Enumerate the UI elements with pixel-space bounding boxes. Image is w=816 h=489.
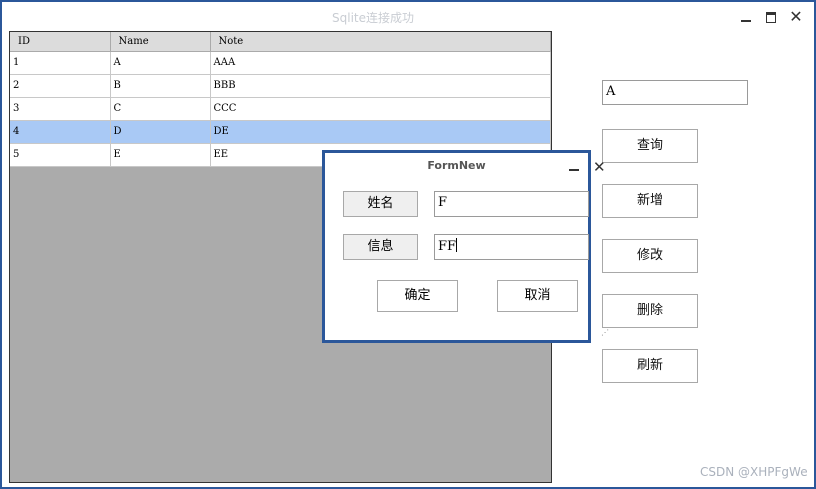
refresh-button[interactable]: 刷新 <box>602 349 698 383</box>
confirm-button[interactable]: 确定 <box>377 280 458 312</box>
dialog-title: FormNew <box>427 159 486 172</box>
resize-grip-icon[interactable]: ⋰ <box>601 328 609 337</box>
query-button[interactable]: 查询 <box>602 129 698 163</box>
window-title: Sqlite连接成功 <box>332 11 414 25</box>
cell-name[interactable]: E <box>110 143 211 167</box>
cell-id[interactable]: 3 <box>10 97 111 121</box>
delete-button[interactable]: 删除 <box>602 294 698 328</box>
cancel-button[interactable]: 取消 <box>497 280 578 312</box>
table-row[interactable]: 3 C CCC <box>10 97 551 121</box>
grid-header-row: ID Name Note <box>10 32 551 52</box>
dialog-close-icon[interactable]: ✕ <box>593 158 606 176</box>
cell-id[interactable]: 2 <box>10 74 111 98</box>
minimize-icon[interactable] <box>735 7 757 27</box>
edit-button[interactable]: 修改 <box>602 239 698 273</box>
cell-note[interactable]: AAA <box>210 51 551 75</box>
dialog-minimize-icon[interactable] <box>569 169 579 171</box>
table-row-selected[interactable]: 4 D DE <box>10 120 551 144</box>
cell-note[interactable]: DE <box>210 120 551 144</box>
table-row[interactable]: 1 A AAA <box>10 51 551 75</box>
form-new-dialog: FormNew ✕ 姓名 F 信息 FF 确定 取消 ⋰ <box>322 150 609 343</box>
cell-note[interactable]: BBB <box>210 74 551 98</box>
cell-id[interactable]: 1 <box>10 51 111 75</box>
name-label: 姓名 <box>343 191 418 217</box>
maximize-icon[interactable] <box>760 7 782 27</box>
cell-id[interactable]: 4 <box>10 120 111 144</box>
text-caret <box>456 238 458 252</box>
title-bar[interactable]: Sqlite连接成功 ✕ <box>2 2 814 32</box>
info-field[interactable]: FF <box>434 234 589 260</box>
cell-name[interactable]: D <box>110 120 211 144</box>
column-header-id[interactable]: ID <box>10 32 111 52</box>
table-row[interactable]: 2 B BBB <box>10 74 551 98</box>
column-header-name[interactable]: Name <box>110 32 211 52</box>
cell-name[interactable]: C <box>110 97 211 121</box>
cell-id[interactable]: 5 <box>10 143 111 167</box>
column-header-note[interactable]: Note <box>210 32 551 52</box>
cell-name[interactable]: A <box>110 51 211 75</box>
cell-name[interactable]: B <box>110 74 211 98</box>
close-icon[interactable]: ✕ <box>785 7 807 27</box>
add-button[interactable]: 新增 <box>602 184 698 218</box>
cell-note[interactable]: CCC <box>210 97 551 121</box>
info-field-value: FF <box>438 239 457 254</box>
watermark: CSDN @XHPFgWe <box>700 465 808 479</box>
name-field[interactable]: F <box>434 191 589 217</box>
search-input[interactable]: A <box>602 80 748 105</box>
info-label: 信息 <box>343 234 418 260</box>
